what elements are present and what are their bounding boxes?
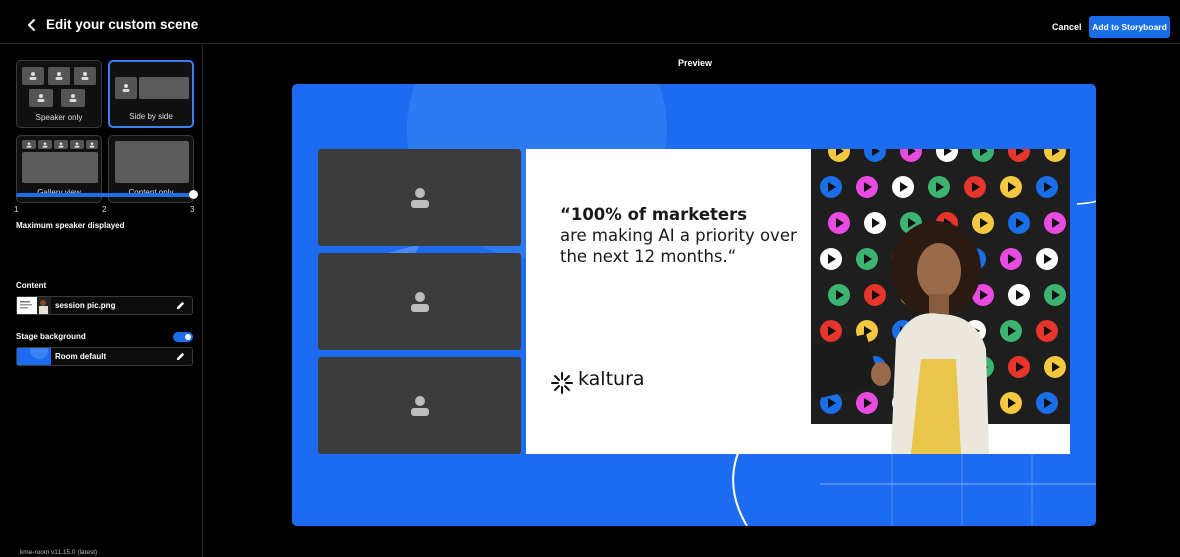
person-icon: [42, 141, 48, 148]
mini-speaker-tile: [22, 67, 44, 85]
mini-speaker-tile: [74, 67, 96, 85]
mini-content-area: [115, 141, 189, 183]
person-icon: [410, 395, 429, 416]
mini-speaker-tile: [61, 89, 85, 107]
person-icon: [58, 141, 64, 148]
background-thumbnail: [17, 348, 51, 365]
add-to-storyboard-button[interactable]: Add to Storyboard: [1089, 16, 1170, 38]
scene-preview-stage: “100% of marketers are making AI a prior…: [292, 84, 1096, 526]
layout-label: Speaker only: [35, 113, 83, 122]
content-label: Content: [16, 281, 47, 290]
person-icon: [26, 141, 32, 148]
mini-speaker-tile: [38, 140, 52, 149]
stage-background-name: Room default: [55, 352, 107, 361]
person-icon: [410, 291, 429, 312]
page-title: Edit your custom scene: [46, 17, 199, 32]
speaker-tile[interactable]: [318, 253, 521, 350]
speaker-tile[interactable]: [318, 149, 521, 246]
mini-speaker-tile: [48, 67, 70, 85]
pencil-icon[interactable]: [175, 351, 186, 362]
mini-speaker-tile: [70, 140, 84, 149]
mini-content-area: [22, 152, 98, 183]
version-label: kme-room v11.15.0 (latest): [20, 549, 98, 556]
mini-speaker-tile: [115, 77, 137, 99]
play-icon-pattern-image: [811, 149, 1070, 454]
cancel-button[interactable]: Cancel: [1048, 17, 1086, 37]
person-icon: [89, 141, 95, 148]
brand-name: kaltura: [578, 368, 645, 390]
pencil-icon[interactable]: [175, 300, 186, 311]
chevron-left-icon[interactable]: [22, 15, 42, 35]
scene-editor: Edit your custom scene Cancel Add to Sto…: [0, 0, 1180, 557]
header-bar: Edit your custom scene Cancel Add to Sto…: [0, 7, 1180, 44]
speaker-tile[interactable]: [318, 357, 521, 454]
quote-body: are making AI a priority over the next 1…: [560, 226, 797, 266]
person-icon: [37, 94, 45, 102]
quote-headline: “100% of marketers: [560, 205, 748, 224]
layout-side-by-side[interactable]: Side by side: [108, 60, 194, 128]
slider-tick: 1: [14, 205, 19, 214]
content-slide: “100% of marketers are making AI a prior…: [526, 149, 1070, 454]
person-icon: [81, 72, 89, 80]
stage-background-selector[interactable]: Room default: [16, 347, 193, 366]
person-icon: [74, 141, 80, 148]
mini-speaker-tile: [22, 140, 36, 149]
stage-background-toggle[interactable]: [173, 332, 193, 342]
layout-speaker-only[interactable]: Speaker only: [16, 60, 102, 128]
slider-tick: 3: [190, 205, 195, 214]
speaker-slider-track[interactable]: [16, 193, 193, 197]
content-file-name: session pic.png: [55, 301, 116, 310]
kaltura-logo-icon: [551, 372, 573, 394]
person-icon: [410, 187, 429, 208]
preview-title: Preview: [677, 58, 713, 68]
person-icon: [29, 72, 37, 80]
layout-label: Side by side: [129, 112, 173, 121]
mini-content-area: [139, 77, 189, 99]
person-icon: [122, 84, 130, 92]
mini-speaker-tile: [86, 140, 98, 149]
settings-sidebar: Speaker only Side by side Maximum speake…: [0, 45, 203, 557]
mini-speaker-tile: [29, 89, 53, 107]
person-icon: [55, 72, 63, 80]
max-speaker-label: Maximum speaker displayed: [16, 221, 125, 230]
speaker-slider-thumb[interactable]: [189, 190, 198, 199]
content-file-selector[interactable]: session pic.png: [16, 296, 193, 315]
person-icon: [69, 94, 77, 102]
stage-background-label: Stage background: [16, 332, 86, 341]
slide-quote: “100% of marketers are making AI a prior…: [560, 204, 800, 267]
slider-tick: 2: [102, 205, 107, 214]
file-thumbnail: [17, 297, 51, 314]
mini-speaker-tile: [54, 140, 68, 149]
